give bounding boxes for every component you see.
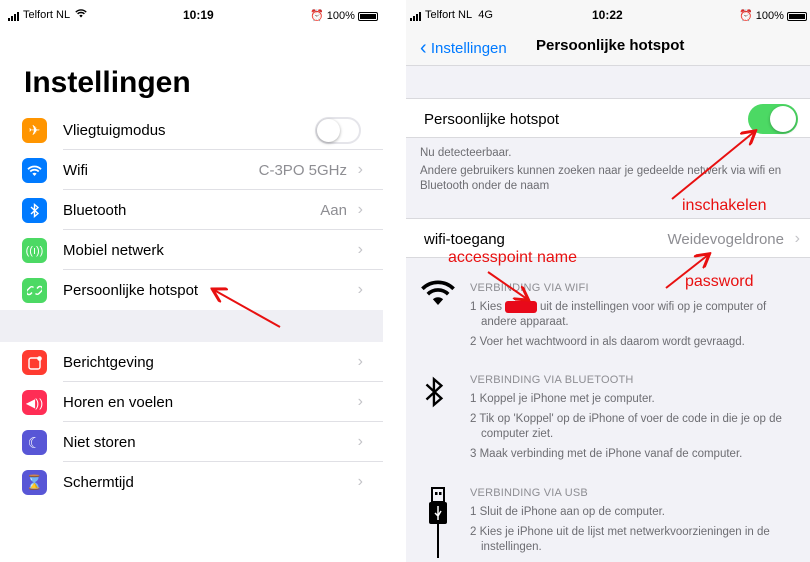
annotation-inschakelen: inschakelen	[682, 197, 767, 214]
section-spacer	[0, 310, 383, 342]
notifications-icon	[22, 350, 47, 375]
settings-row-wifi[interactable]: Wifi C-3PO 5GHz ›	[0, 150, 383, 190]
hotspot-toggle-label: Persoonlijke hotspot	[424, 110, 560, 128]
status-bar: Telfort NL 4G 10:22 ⏰ 100%	[406, 0, 810, 30]
wifi-icon	[420, 279, 456, 315]
back-button[interactable]: ‹ Instellingen	[420, 36, 507, 59]
row-label: Berichtgeving	[63, 353, 154, 371]
cellular-icon: ((ı))	[22, 238, 47, 263]
annotation-password: password	[685, 273, 754, 290]
wifi-status-icon	[75, 9, 87, 21]
bluetooth-step-2: 2 Tik op 'Koppel' op de iPhone of voer d…	[470, 413, 782, 440]
settings-row-cellular[interactable]: ((ı)) Mobiel netwerk ›	[0, 230, 383, 270]
settings-row-notifications[interactable]: Berichtgeving ›	[0, 342, 383, 382]
wifi-step-1: 1 Kies uit de instellingen voor wifi op j…	[470, 300, 767, 328]
usb-step-2: 2 Kies je iPhone uit de lijst met netwer…	[470, 526, 770, 553]
chevron-right-icon: ›	[357, 161, 363, 178]
settings-group-notifications: Berichtgeving › ◀)) Horen en voelen › ☾ …	[0, 342, 383, 502]
discoverable-note: Nu detecteerbaar.	[420, 147, 512, 159]
page-title: Instellingen	[24, 66, 191, 99]
row-label: Persoonlijke hotspot	[63, 281, 199, 299]
bluetooth-step-1: 1 Koppel je iPhone met je computer.	[470, 393, 655, 405]
hourglass-icon: ⌛	[22, 470, 47, 495]
chevron-right-icon: ›	[357, 353, 363, 370]
wifi-icon	[22, 158, 47, 183]
chevron-left-icon: ‹	[420, 37, 427, 59]
chevron-right-icon: ›	[357, 241, 363, 258]
battery-icon	[357, 11, 378, 21]
bluetooth-value: Aan	[320, 201, 347, 219]
clock: 10:19	[183, 8, 214, 22]
chevron-right-icon: ›	[357, 281, 363, 298]
usb-instructions: VERBINDING VIA USB 1 Sluit de iPhone aan…	[470, 486, 804, 560]
bluetooth-instructions: VERBINDING VIA BLUETOOTH 1 Koppel je iPh…	[470, 373, 804, 467]
settings-group-connectivity: ✈ Vliegtuigmodus Wifi C-3PO 5GHz › Bluet…	[0, 110, 383, 310]
wifi-network-value: C-3PO 5GHz	[258, 161, 347, 179]
battery-status: ⏰ 100%	[739, 9, 807, 22]
signal-icon	[410, 9, 422, 22]
chevron-right-icon: ›	[357, 433, 363, 450]
airplane-toggle[interactable]	[315, 116, 361, 144]
moon-icon: ☾	[22, 430, 47, 455]
settings-row-airplane[interactable]: ✈ Vliegtuigmodus	[0, 110, 383, 150]
alarm-icon: ⏰	[310, 10, 324, 22]
airplane-icon: ✈	[22, 118, 47, 143]
share-description: Andere gebruikers kunnen zoeken naar je …	[420, 165, 782, 192]
chevron-right-icon: ›	[794, 230, 800, 247]
usb-icon	[420, 486, 456, 560]
settings-row-hotspot[interactable]: Persoonlijke hotspot ›	[0, 270, 383, 310]
wifi-instructions: VERBINDING VIA WIFI 1 Kies uit de instell…	[470, 281, 804, 355]
usb-instructions-heading: VERBINDING VIA USB	[470, 487, 588, 499]
settings-row-screentime[interactable]: ⌛ Schermtijd ›	[0, 462, 383, 502]
chevron-right-icon: ›	[357, 393, 363, 410]
sound-icon: ◀))	[22, 390, 47, 415]
row-label: Vliegtuigmodus	[63, 121, 166, 139]
settings-screen: Telfort NL 10:19 ⏰ 100% Instellingen ✈ V…	[0, 0, 383, 562]
bluetooth-icon	[420, 376, 456, 412]
row-label: Schermtijd	[63, 473, 134, 491]
signal-icon	[8, 9, 20, 22]
bottom-area	[0, 502, 383, 562]
wifi-password-label: wifi-toegang	[424, 230, 505, 248]
carrier-label: Telfort NL 4G	[410, 9, 493, 22]
usb-step-1: 1 Sluit de iPhone aan op de computer.	[470, 506, 666, 518]
settings-row-dnd[interactable]: ☾ Niet storen ›	[0, 422, 383, 462]
nav-bar: ‹ Instellingen Persoonlijke hotspot	[406, 30, 810, 66]
settings-row-sounds[interactable]: ◀)) Horen en voelen ›	[0, 382, 383, 422]
row-label: Niet storen	[63, 433, 136, 451]
status-bar: Telfort NL 10:19 ⏰ 100%	[0, 0, 383, 30]
hotspot-toggle-row: Persoonlijke hotspot	[406, 99, 810, 139]
hotspot-toggle[interactable]	[748, 104, 798, 134]
network-type: 4G	[478, 9, 493, 21]
redacted-network-name	[504, 300, 537, 313]
battery-status: ⏰ 100%	[310, 9, 378, 22]
chevron-right-icon: ›	[357, 201, 363, 218]
annotation-accesspoint-name: accesspoint name	[448, 249, 577, 266]
chevron-right-icon: ›	[357, 473, 363, 490]
hotspot-toggle-group: Persoonlijke hotspot	[406, 98, 810, 138]
wifi-password-value: Weidevogeldrone	[667, 230, 784, 248]
row-label: Horen en voelen	[63, 393, 174, 411]
wifi-step-2: 2 Voer het wachtwoord in als daarom word…	[470, 336, 745, 348]
wifi-instructions-heading: VERBINDING VIA WIFI	[470, 282, 589, 294]
nav-title: Persoonlijke hotspot	[536, 37, 685, 54]
settings-row-bluetooth[interactable]: Bluetooth Aan ›	[0, 190, 383, 230]
battery-icon	[786, 11, 807, 21]
alarm-icon: ⏰	[739, 10, 753, 22]
row-label: Bluetooth	[63, 201, 127, 219]
hotspot-icon	[22, 278, 47, 303]
clock: 10:22	[592, 8, 623, 22]
carrier-label: Telfort NL	[8, 9, 87, 22]
bluetooth-icon	[22, 198, 47, 223]
row-label: Wifi	[63, 161, 88, 179]
bluetooth-instructions-heading: VERBINDING VIA BLUETOOTH	[470, 374, 634, 386]
bluetooth-step-3: 3 Maak verbinding met de iPhone vanaf de…	[470, 448, 743, 460]
row-label: Mobiel netwerk	[63, 241, 164, 259]
